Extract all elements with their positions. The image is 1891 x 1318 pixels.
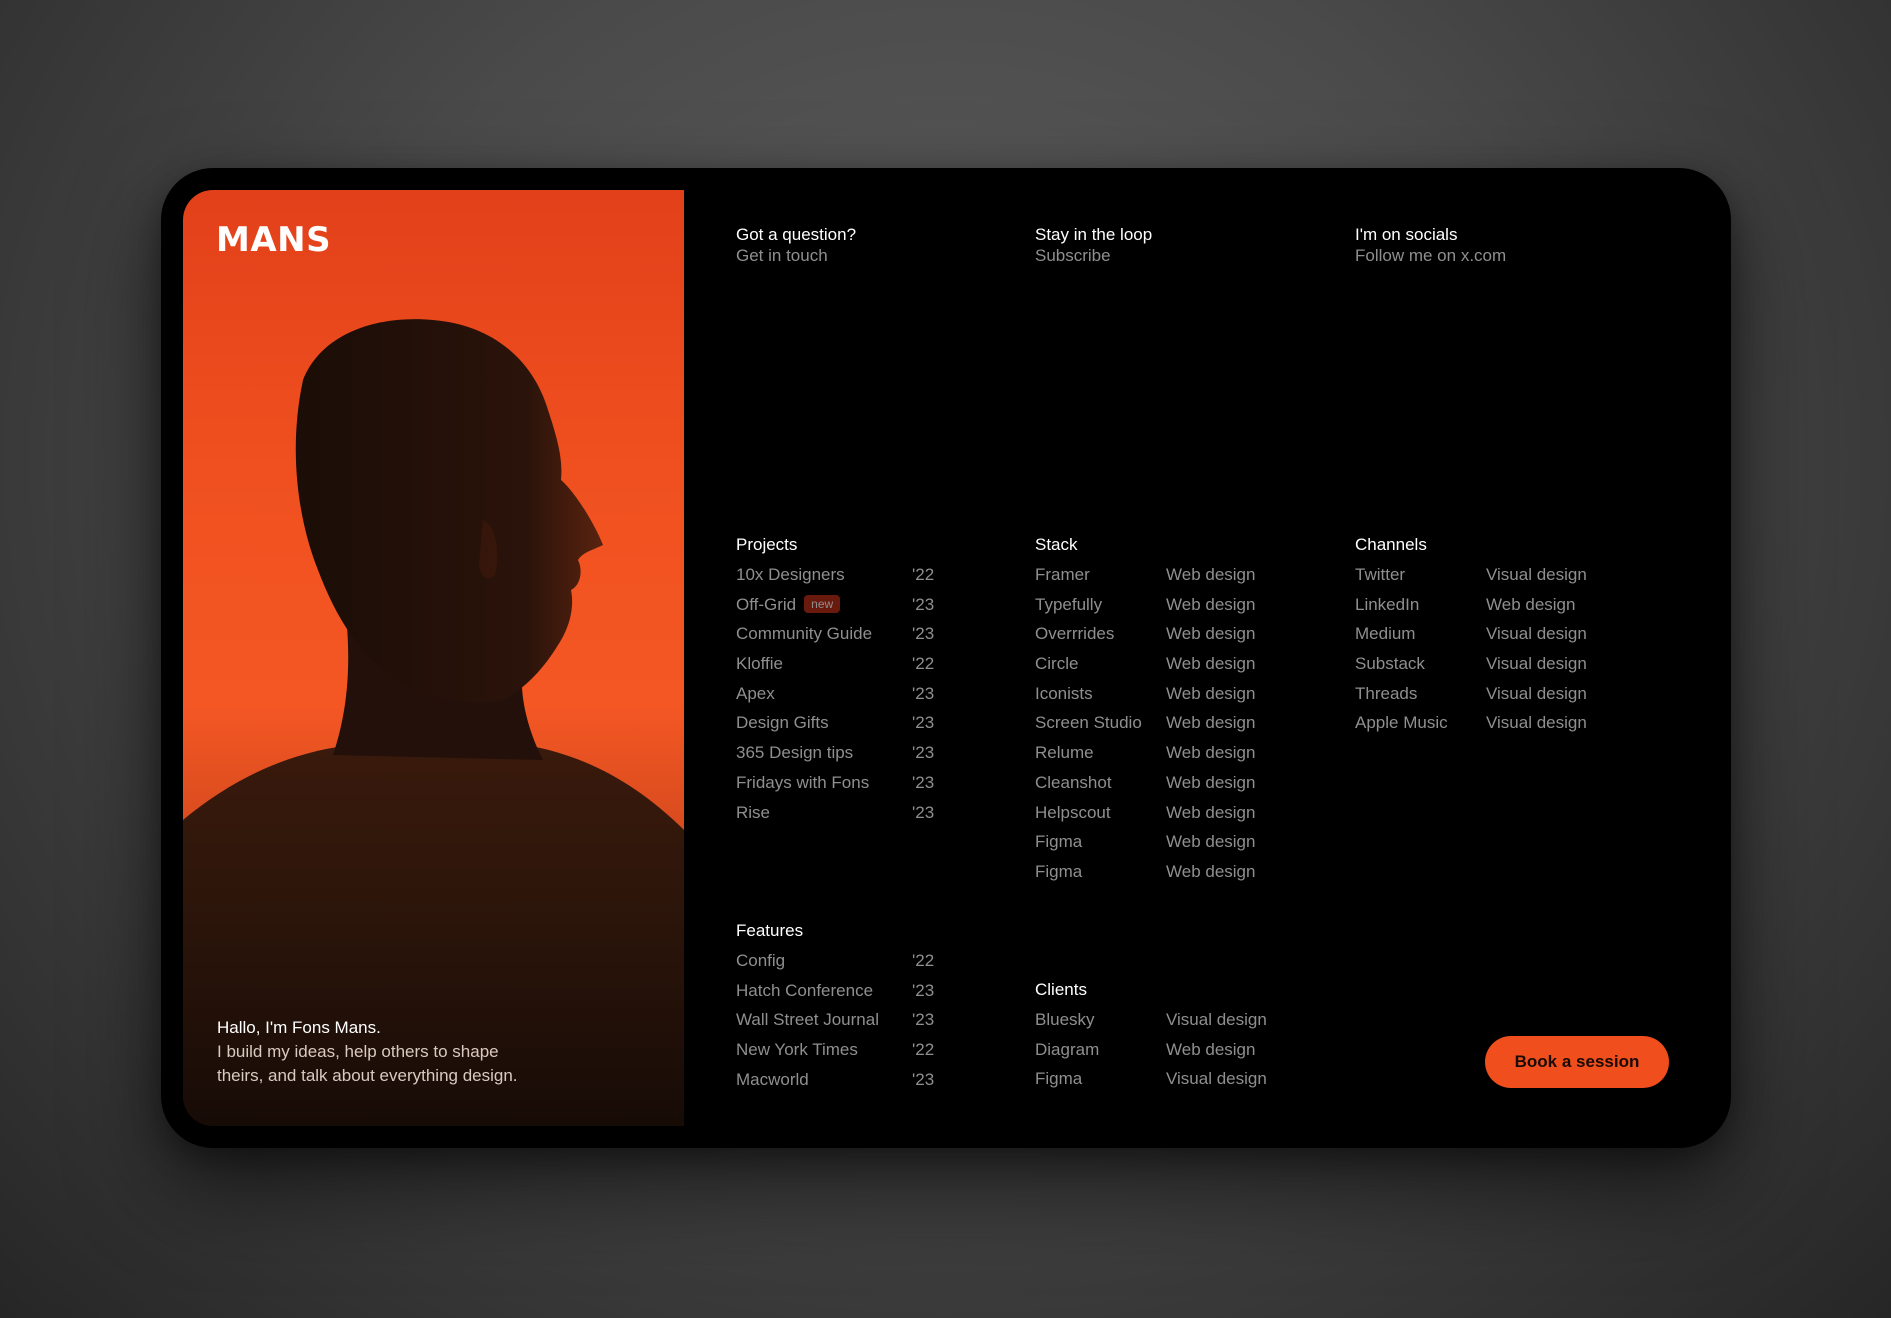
list-item[interactable]: Framer Web design [1035, 565, 1295, 595]
list-item[interactable]: Design Gifts '23 [736, 713, 976, 743]
list-item[interactable]: Overrrides Web design [1035, 624, 1295, 654]
clients-title: Clients [1035, 980, 1087, 999]
newsletter-title: Stay in the loop [1035, 225, 1153, 244]
list-item[interactable]: LinkedIn Web design [1355, 595, 1615, 625]
list-item[interactable]: Fridays with Fons '23 [736, 773, 976, 803]
list-item[interactable]: Medium Visual design [1355, 624, 1615, 654]
book-session-button[interactable]: Book a session [1485, 1036, 1669, 1088]
list-item[interactable]: Twitter Visual design [1355, 565, 1615, 595]
list-item[interactable]: 365 Design tips '23 [736, 743, 976, 773]
list-item[interactable]: Hatch Conference '23 [736, 981, 976, 1011]
new-badge: new [804, 594, 841, 613]
list-item[interactable]: Iconists Web design [1035, 684, 1295, 714]
list-item[interactable]: Figma Web design [1035, 832, 1295, 862]
list-item[interactable]: Rise '23 [736, 803, 976, 833]
channels-list: Channels Twitter Visual design LinkedIn We… [1355, 535, 1615, 743]
features-title: Features [736, 921, 804, 940]
project-name: Off-Grid [736, 594, 797, 614]
stack-title: Stack [1035, 535, 1078, 554]
list-item[interactable]: Threads Visual design [1355, 684, 1615, 714]
list-item[interactable]: Community Guide '23 [736, 624, 976, 654]
list-item[interactable]: Typefully Web design [1035, 595, 1295, 625]
get-in-touch-link[interactable]: Get in touch [736, 245, 856, 266]
list-item[interactable]: Apple Music Visual design [1355, 713, 1615, 743]
list-item[interactable]: Off-Grid new '23 [736, 594, 976, 625]
contact-question-title: Got a question? [736, 225, 857, 244]
list-item[interactable]: Relume Web design [1035, 743, 1295, 773]
list-item[interactable]: Wall Street Journal '23 [736, 1010, 976, 1040]
intro-line-2: theirs, and talk about everything design… [217, 1066, 518, 1085]
contact-question-block: Got a question? Get in touch [736, 224, 856, 266]
list-item[interactable]: 10x Designers '22 [736, 565, 976, 595]
intro-greeting: Hallo, I'm Fons Mans. [217, 1018, 381, 1037]
list-item[interactable]: Apex '23 [736, 684, 976, 714]
hero-photo-panel: MANS Hallo, I'm Fons Mans. I build my id… [183, 190, 684, 1126]
brand-logo[interactable]: MANS [216, 220, 331, 260]
list-item[interactable]: Helpscout Web design [1035, 803, 1295, 833]
projects-title: Projects [736, 535, 798, 554]
list-item[interactable]: New York Times '22 [736, 1040, 976, 1070]
list-item[interactable]: Figma Web design [1035, 862, 1295, 892]
silhouette-portrait-image [183, 319, 684, 1126]
list-item[interactable]: Cleanshot Web design [1035, 773, 1295, 803]
list-item[interactable]: Circle Web design [1035, 654, 1295, 684]
channels-title: Channels [1355, 535, 1427, 554]
newsletter-block: Stay in the loop Subscribe [1035, 224, 1152, 266]
projects-list: Projects 10x Designers '22 Off-Grid new '23… [736, 535, 976, 832]
follow-x-link[interactable]: Follow me on x.com [1355, 245, 1506, 266]
socials-block: I'm on socials Follow me on x.com [1355, 224, 1506, 266]
features-list: Features Config '22 Hatch Conference '23 W… [736, 921, 976, 1099]
list-item[interactable]: Config '22 [736, 951, 976, 981]
list-item[interactable]: Diagram Web design [1035, 1040, 1295, 1070]
list-item[interactable]: Bluesky Visual design [1035, 1010, 1295, 1040]
portfolio-card: MANS Hallo, I'm Fons Mans. I build my id… [161, 168, 1731, 1148]
list-item[interactable]: Kloffie '22 [736, 654, 976, 684]
subscribe-link[interactable]: Subscribe [1035, 245, 1152, 266]
intro-line-1: I build my ideas, help others to shape [217, 1042, 499, 1061]
list-item[interactable]: Substack Visual design [1355, 654, 1615, 684]
list-item[interactable]: Screen Studio Web design [1035, 713, 1295, 743]
list-item[interactable]: Macworld '23 [736, 1070, 976, 1100]
clients-list: Clients Bluesky Visual design Diagram Web … [1035, 980, 1295, 1099]
stack-list: Stack Framer Web design Typefully Web desi… [1035, 535, 1295, 892]
socials-title: I'm on socials [1355, 225, 1458, 244]
intro-text: Hallo, I'm Fons Mans. I build my ideas, … [217, 1016, 557, 1088]
list-item[interactable]: Figma Visual design [1035, 1069, 1295, 1099]
